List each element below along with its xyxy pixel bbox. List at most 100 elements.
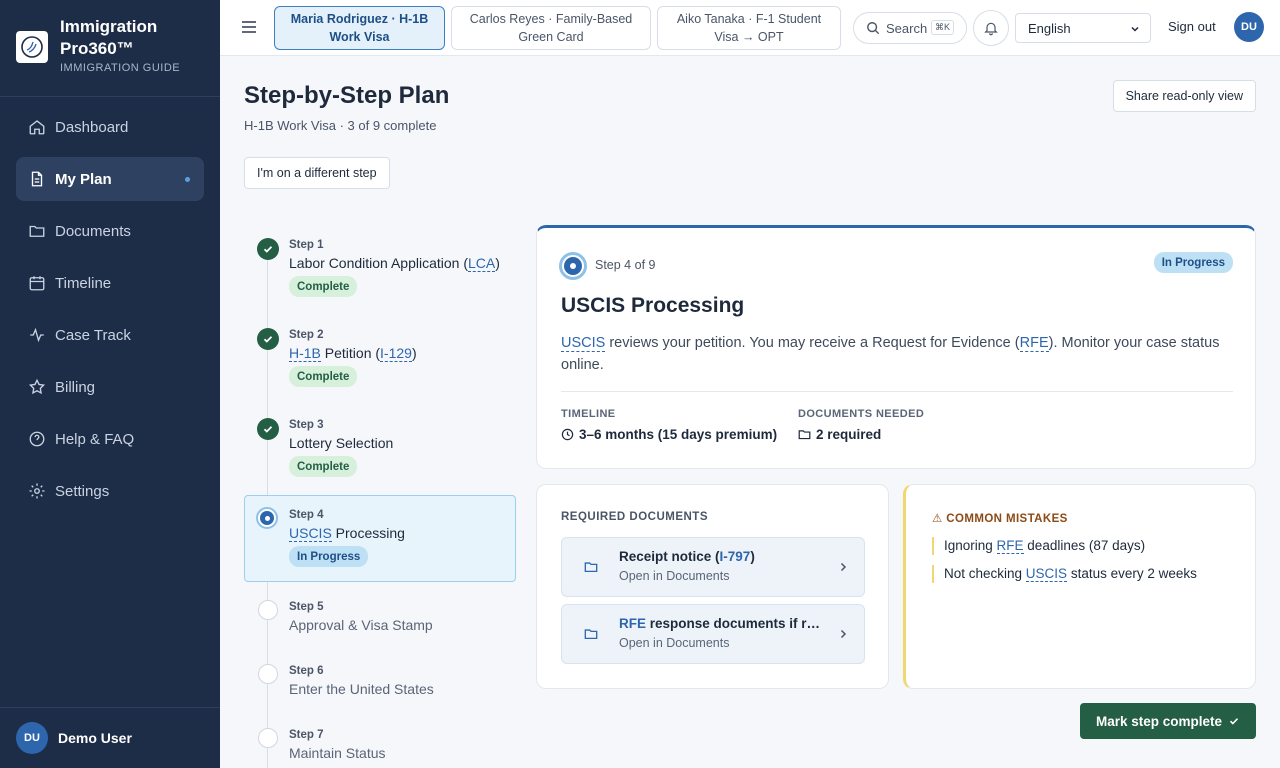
case-tab-line2: Visa → OPT [714, 30, 784, 44]
abbreviation[interactable]: USCIS [561, 335, 606, 352]
home-icon [29, 120, 45, 135]
step-number: Step 5 [289, 601, 324, 613]
abbreviation[interactable]: USCIS [1025, 566, 1068, 582]
step-number: Step 6 [289, 665, 324, 677]
different-step-button[interactable]: I'm on a different step [244, 157, 390, 189]
share-read-only-button[interactable]: Share read-only view [1112, 80, 1256, 112]
case-tab-aiko-tanaka[interactable]: Aiko Tanaka · F-1 Student Visa → OPT [657, 6, 841, 50]
mark-step-complete-label: Mark step complete [1095, 713, 1223, 729]
timeline-value: 3–6 months (15 days premium) [561, 427, 777, 442]
document-item-receipt-notice[interactable]: Receipt notice (I-797) Open in Documents [561, 537, 865, 597]
case-tab-line1: Aiko Tanaka · F-1 Student [676, 12, 822, 26]
sidebar-item-label: Billing [55, 378, 96, 396]
step-number: Step 1 [289, 239, 324, 251]
sidebar-item-label: My Plan [55, 170, 112, 188]
mark-step-complete-button[interactable]: Mark step complete [1080, 703, 1256, 739]
folder-icon [29, 225, 45, 237]
abbreviation[interactable]: RFE [996, 538, 1024, 554]
app-subtitle: IMMIGRATION GUIDE [60, 62, 181, 74]
case-tab-maria-rodriguez[interactable]: Maria Rodriguez · H-1B Work Visa [274, 6, 445, 50]
step-item-6[interactable]: Step 6 Enter the United States [244, 660, 516, 720]
activity-icon [30, 327, 44, 343]
step-item-1[interactable]: Step 1 Labor Condition Application (LCA)… [244, 226, 516, 314]
document-title: Receipt notice (I-797) [619, 549, 755, 564]
notifications-button[interactable] [973, 10, 1009, 46]
case-tab-line1: Maria Rodriguez · H-1B [290, 12, 429, 26]
sidebar-item-documents[interactable]: Documents [16, 209, 204, 253]
logo-icon [16, 31, 48, 63]
sidebar-item-label: Documents [55, 222, 131, 240]
help-icon [29, 431, 45, 447]
abbreviation[interactable]: USCIS [289, 525, 332, 542]
gear-icon [29, 483, 45, 499]
sidebar-item-timeline[interactable]: Timeline [16, 261, 204, 305]
sidebar-item-settings[interactable]: Settings [16, 469, 204, 513]
document-subtitle: Open in Documents [619, 636, 730, 650]
mistake-item: Not checking USCIS status every 2 weeks [932, 565, 1197, 583]
folder-icon [584, 629, 598, 640]
hamburger-menu-icon[interactable] [240, 18, 258, 36]
folder-icon [584, 562, 598, 573]
step-number: Step 2 [289, 329, 324, 341]
status-badge: Complete [289, 456, 358, 477]
language-select[interactable]: English [1015, 13, 1151, 43]
step-name: Enter the United States [289, 681, 434, 697]
sidebar-user[interactable]: DU Demo User [0, 707, 220, 768]
sidebar-item-dashboard[interactable]: Dashboard [16, 105, 204, 149]
document-item-rfe-response[interactable]: RFE response documents if requested Open… [561, 604, 865, 664]
step-counter: Step 4 of 9 [595, 258, 656, 272]
bell-icon [984, 22, 998, 36]
sidebar-item-billing[interactable]: Billing [16, 365, 204, 409]
sidebar: Immigration Pro360™ IMMIGRATION GUIDE Da… [0, 0, 220, 768]
chevron-right-icon [840, 629, 847, 639]
document-subtitle: Open in Documents [619, 569, 730, 583]
required-documents-label: REQUIRED DOCUMENTS [561, 511, 709, 523]
status-badge: Complete [289, 366, 358, 387]
avatar[interactable]: DU [1234, 12, 1264, 42]
sidebar-nav: Dashboard My Plan Documents Timeline Cas… [0, 97, 220, 529]
step-description: USCIS reviews your petition. You may rec… [561, 335, 1220, 373]
documents-needed-label: DOCUMENTS NEEDED [798, 408, 925, 420]
app-name-line1: Immigration [60, 17, 158, 36]
document-title: RFE response documents if requested [619, 616, 825, 631]
check-icon [257, 328, 279, 350]
step-name: H-1B Petition (I-129) [289, 345, 417, 362]
sidebar-item-my-plan[interactable]: My Plan [16, 157, 204, 201]
pending-step-icon [258, 600, 278, 620]
sign-out-link[interactable]: Sign out [1168, 19, 1216, 34]
case-tab-carlos-reyes[interactable]: Carlos Reyes · Family-Based Green Card [451, 6, 651, 50]
abbreviation[interactable]: LCA [468, 255, 496, 272]
clock-icon [561, 428, 574, 441]
step-name: Lottery Selection [289, 435, 394, 451]
mistake-item: Ignoring RFE deadlines (87 days) [932, 537, 1145, 555]
folder-icon [798, 430, 811, 440]
case-tab-line2: Green Card [518, 30, 584, 44]
current-step-icon [256, 507, 278, 529]
check-icon [257, 418, 279, 440]
case-tab-line1: Carlos Reyes · Family-Based [469, 12, 633, 26]
step-name: Approval & Visa Stamp [289, 617, 433, 633]
step-item-7[interactable]: Step 7 Maintain Status [244, 724, 516, 768]
step-number: Step 3 [289, 419, 324, 431]
divider [561, 391, 1233, 392]
chevron-down-icon [1131, 26, 1139, 32]
sidebar-item-case-track[interactable]: Case Track [16, 313, 204, 357]
common-mistakes-card: ⚠ COMMON MISTAKES Ignoring RFE deadlines… [903, 484, 1256, 689]
abbreviation[interactable]: I-797 [719, 549, 751, 564]
step-item-5[interactable]: Step 5 Approval & Visa Stamp [244, 596, 516, 656]
document-icon [31, 171, 43, 187]
current-step-icon [559, 252, 587, 280]
timeline-label: TIMELINE [561, 408, 616, 420]
step-name: Labor Condition Application (LCA) [289, 255, 500, 272]
abbreviation[interactable]: I-129 [380, 345, 412, 362]
abbreviation[interactable]: RFE [619, 616, 646, 631]
page-subtitle: H-1B Work Visa · 3 of 9 complete [244, 118, 437, 133]
step-item-3[interactable]: Step 3 Lottery Selection Complete [244, 406, 516, 494]
step-title: USCIS Processing [561, 294, 745, 317]
sidebar-item-help[interactable]: Help & FAQ [16, 417, 204, 461]
step-item-2[interactable]: Step 2 H-1B Petition (I-129) Complete [244, 316, 516, 404]
abbreviation[interactable]: RFE [1019, 335, 1049, 352]
abbreviation[interactable]: H-1B [289, 345, 321, 362]
step-item-4[interactable]: Step 4 USCIS Processing In Progress [244, 495, 516, 582]
search-button[interactable]: Search ⌘K [853, 12, 967, 44]
